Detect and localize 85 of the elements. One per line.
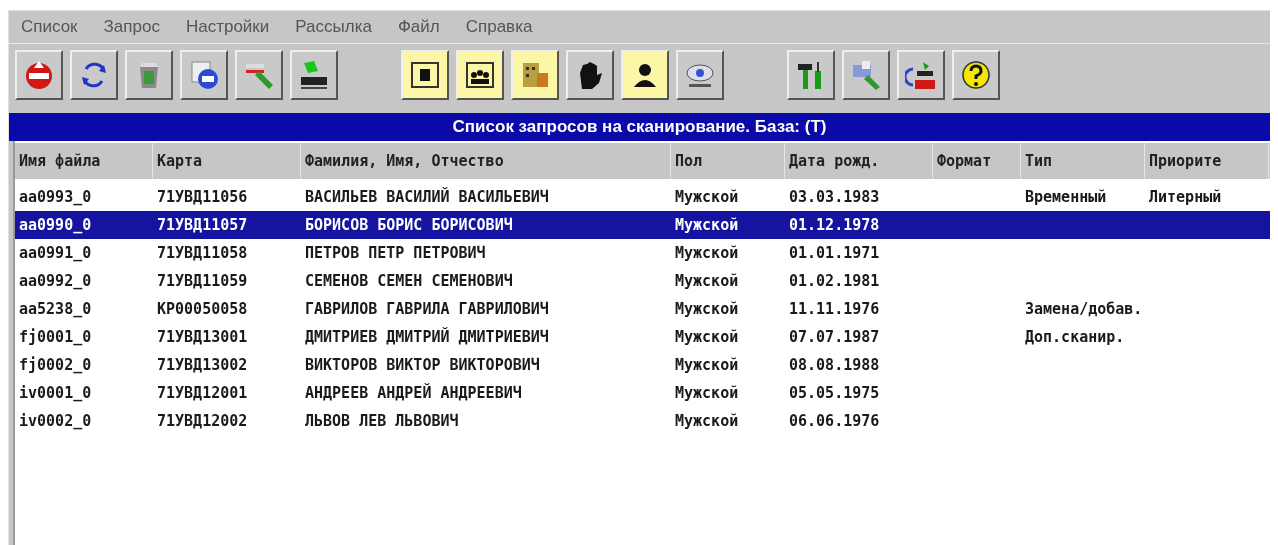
table-cell: Доп.сканир. <box>1025 328 1125 346</box>
table-cell: Мужской <box>675 412 739 430</box>
table-cell: Мужской <box>675 272 739 290</box>
table-cell: 01.01.1971 <box>789 244 880 262</box>
toolbar-button[interactable] <box>290 49 338 100</box>
table-cell: ВАСИЛЬЕВ ВАСИЛИЙ ВАСИЛЬЕВИЧ <box>305 188 549 206</box>
toolbar-button[interactable] <box>70 49 118 100</box>
table-cell: ВИКТОРОВ ВИКТОР ВИКТОРОВИЧ <box>305 356 540 374</box>
table-cell: БОРИСОВ БОРИС БОРИСОВИЧ <box>305 216 513 234</box>
table-cell: ГАВРИЛОВ ГАВРИЛА ГАВРИЛОВИЧ <box>305 300 549 318</box>
column-header[interactable]: Фамилия, Имя, Отчество <box>305 149 504 173</box>
table-cell: 01.12.1978 <box>789 216 880 234</box>
column-header[interactable]: Карта <box>157 149 203 173</box>
table-cell: Литерный <box>1149 188 1222 206</box>
table-cell: iv0002_0 <box>19 412 92 430</box>
table-cell: 71УВД11057 <box>157 216 248 234</box>
table-cell: КР00050058 <box>157 300 248 318</box>
table-cell: iv0001_0 <box>19 384 92 402</box>
help-icon <box>960 58 992 91</box>
table-cell: Мужской <box>675 356 739 374</box>
menu-item[interactable]: Настройки <box>185 14 270 40</box>
table-cell: aa0991_0 <box>19 244 92 262</box>
table-cell: Мужской <box>675 216 739 234</box>
menu-item[interactable]: Список <box>21 14 78 40</box>
column-header[interactable]: Пол <box>675 149 703 173</box>
table-cell: Временный <box>1025 188 1107 206</box>
toolbar-button[interactable] <box>621 49 669 100</box>
table-cell: ЛЬВОВ ЛЕВ ЛЬВОВИЧ <box>305 412 459 430</box>
table-cell: Мужской <box>675 384 739 402</box>
toolbar-button[interactable] <box>842 49 890 100</box>
text-icon <box>188 58 220 91</box>
card-icon <box>850 58 882 91</box>
toolbar-button[interactable] <box>456 49 504 100</box>
column-header[interactable]: Имя файла <box>19 149 101 173</box>
toolbar-button[interactable] <box>235 49 283 100</box>
table-cell: 01.02.1981 <box>789 272 880 290</box>
column-header[interactable]: Дата рожд. <box>789 149 880 173</box>
table-cell: 07.07.1987 <box>789 328 880 346</box>
table-cell: 11.11.1976 <box>789 300 880 318</box>
table-cell: 03.03.1983 <box>789 188 880 206</box>
table-cell: aa0992_0 <box>19 272 92 290</box>
table-cell: 06.06.1976 <box>789 412 880 430</box>
table-cell: Замена/добав. <box>1025 300 1143 318</box>
selected-row[interactable]: aa0990_0 71УВД11057 БОРИСОВ БОРИС БОРИСОВИЧ Мужской 01.12.1978 <box>15 211 1270 239</box>
column-header[interactable]: Формат <box>937 149 992 173</box>
table-cell: 71УВД11059 <box>157 272 248 290</box>
toolbar-button[interactable] <box>787 49 835 100</box>
table-cell: aa5238_0 <box>19 300 92 318</box>
table-cell: aa0993_0 <box>19 188 92 206</box>
toolbar-button[interactable] <box>952 49 1000 100</box>
toolbar-button[interactable] <box>401 49 449 100</box>
toolbar-button[interactable] <box>511 49 559 100</box>
table-cell: 71УВД11056 <box>157 188 248 206</box>
table-cell: Мужской <box>675 244 739 262</box>
table-cell: aa0990_0 <box>19 216 92 234</box>
column-header[interactable]: Тип <box>1025 149 1053 173</box>
menu-item[interactable]: Рассылка <box>295 14 372 40</box>
table-cell: Мужской <box>675 300 739 318</box>
table-cell: Мужской <box>675 188 739 206</box>
table-cell: ДМИТРИЕВ ДМИТРИЙ ДМИТРИЕВИЧ <box>305 328 549 346</box>
scanner-icon <box>298 58 330 91</box>
table-cell: fj0001_0 <box>19 328 92 346</box>
toolbar-button[interactable] <box>676 49 724 100</box>
table-cell: 71УВД12001 <box>157 384 248 402</box>
menu-item[interactable]: Запрос <box>103 14 160 40</box>
toolbar-button[interactable] <box>897 49 945 100</box>
toolbar-button[interactable] <box>566 49 614 100</box>
table-cell: 71УВД13002 <box>157 356 248 374</box>
table-cell: ПЕТРОВ ПЕТР ПЕТРОВИЧ <box>305 244 486 262</box>
toolbar-button[interactable] <box>125 49 173 100</box>
table-cell: АНДРЕЕВ АНДРЕЙ АНДРЕЕВИЧ <box>305 384 522 402</box>
table-cell: 71УВД13001 <box>157 328 248 346</box>
table-cell: 08.08.1988 <box>789 356 880 374</box>
menu-item[interactable]: Файл <box>397 14 440 40</box>
table-cell: СЕМЕНОВ СЕМЕН СЕМЕНОВИЧ <box>305 272 513 290</box>
toolbar-button[interactable] <box>15 49 63 100</box>
menu-item[interactable]: Справка <box>465 14 533 40</box>
table-cell: Мужской <box>675 328 739 346</box>
table-cell: 71УВД12002 <box>157 412 248 430</box>
table-cell: 05.05.1975 <box>789 384 880 402</box>
table-cell: fj0002_0 <box>19 356 92 374</box>
table-cell: 71УВД11058 <box>157 244 248 262</box>
list-title-bar: Список запросов на сканирование. База: (T) <box>9 113 1270 141</box>
column-header[interactable]: Приорите <box>1149 149 1222 173</box>
toolbar-button[interactable] <box>180 49 228 100</box>
